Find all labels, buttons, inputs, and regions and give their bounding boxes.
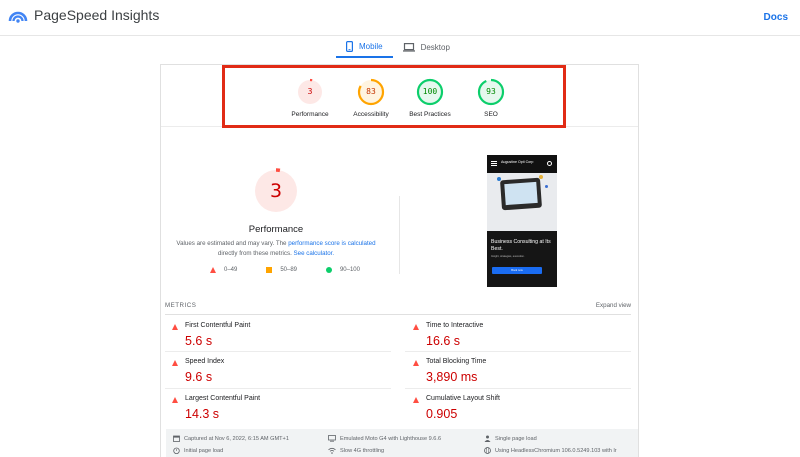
screenshot-subtext: Insight, strategies, execution.: [491, 255, 525, 258]
performance-title: Performance: [248, 224, 304, 235]
info-session: Single page load: [484, 435, 537, 442]
screenshot-site-title: Augustine Opti Corp: [501, 160, 534, 164]
info-text: Slow 4G throttling: [340, 447, 385, 454]
device-icon: [328, 435, 336, 442]
info-throttling: Slow 4G throttling: [328, 447, 384, 454]
metric-divider: [405, 351, 631, 352]
tab-desktop[interactable]: Desktop: [393, 36, 460, 58]
metric-value: 3,890 ms: [426, 370, 478, 384]
metrics-heading: METRICS: [165, 302, 197, 309]
metric-name: Speed Index: [185, 358, 225, 365]
red-triangle-icon: [172, 360, 178, 366]
green-circle-icon: [325, 267, 332, 273]
device-tabs: Mobile Desktop: [336, 36, 460, 61]
legend-pass: 90–100: [325, 267, 360, 273]
phone-icon: [346, 40, 353, 52]
metric-value: 14.3 s: [185, 407, 220, 421]
top-bar: PageSpeed Insights Docs: [0, 0, 800, 36]
timer-icon: [173, 447, 180, 454]
docs-link[interactable]: Docs: [764, 12, 788, 23]
pagespeed-logo-icon: [8, 11, 28, 23]
expand-view-link[interactable]: Expand view: [596, 302, 631, 309]
red-triangle-icon: [413, 397, 419, 403]
info-browser: Using HeadlessChromium 106.0.5249.103 wi…: [484, 447, 617, 454]
metric-value: 16.6 s: [426, 334, 461, 348]
brand-name: PageSpeed Insights: [34, 7, 160, 23]
globe-icon: [484, 447, 491, 454]
note-text: directly from these metrics.: [217, 250, 294, 257]
info-text: Captured at Nov 6, 2022, 6:15 AM GMT+1: [184, 435, 289, 442]
score-legend: 0–49 50–89 90–100: [210, 267, 360, 273]
red-triangle-icon: [413, 324, 419, 330]
metric-name: First Contentful Paint: [185, 322, 251, 329]
screenshot-nav: Augustine Opti Corp: [487, 155, 557, 173]
metric-value: 5.6 s: [185, 334, 213, 348]
metric-value: 9.6 s: [185, 370, 213, 384]
metrics-divider: [165, 314, 631, 315]
red-triangle-icon: [172, 397, 178, 403]
info-load: Initial page load: [173, 447, 223, 454]
decor-dot: [545, 185, 548, 188]
red-triangle-icon: [210, 267, 216, 273]
search-icon: [547, 161, 552, 166]
tab-mobile[interactable]: Mobile: [336, 36, 393, 58]
page-screenshot: Augustine Opti Corp Business Consulting …: [487, 155, 557, 287]
info-captured: Captured at Nov 6, 2022, 6:15 AM GMT+1: [173, 435, 289, 442]
note-text: Values are estimated and may vary. The: [176, 240, 289, 247]
menu-icon: [491, 161, 497, 166]
metric-name: Cumulative Layout Shift: [426, 395, 500, 402]
legend-fail: 0–49: [210, 267, 237, 273]
decor-dot: [539, 175, 543, 179]
performance-note: Values are estimated and may vary. The p…: [172, 239, 380, 259]
brand-logo[interactable]: PageSpeed Insights: [8, 7, 159, 23]
red-triangle-icon: [413, 360, 419, 366]
wifi-icon: [328, 447, 336, 454]
performance-score: 3: [269, 180, 283, 202]
info-text: Single page load: [495, 435, 537, 442]
metrics-header: METRICS Expand view: [165, 302, 631, 309]
info-text: Emulated Moto G4 with Lighthouse 9.6.6: [340, 435, 442, 442]
highlight-box: [222, 65, 566, 128]
person-icon: [484, 435, 491, 442]
metric-divider: [165, 351, 391, 352]
decor-dot: [497, 177, 501, 181]
legend-range: 90–100: [339, 267, 360, 273]
legend-average: 50–89: [266, 267, 297, 273]
legend-range: 50–89: [280, 267, 297, 273]
metric-name: Largest Contentful Paint: [185, 395, 261, 402]
metric-divider: [165, 388, 391, 389]
metric-name: Time to Interactive: [426, 322, 484, 329]
red-triangle-icon: [172, 324, 178, 330]
see-calculator-link[interactable]: See calculator.: [294, 250, 335, 257]
info-text: Using HeadlessChromium 106.0.5249.103 wi…: [495, 447, 617, 454]
screenshot-headline: Business Consulting at Its Best.: [491, 239, 551, 252]
laptop-icon: [402, 42, 415, 52]
info-text: Initial page load: [184, 447, 224, 454]
info-device: Emulated Moto G4 with Lighthouse 9.6.6: [328, 435, 441, 442]
tab-desktop-label: Desktop: [420, 42, 450, 52]
tab-mobile-label: Mobile: [359, 41, 383, 51]
metric-value: 0.905: [426, 407, 458, 421]
calendar-icon: [173, 435, 180, 442]
runtime-info: Captured at Nov 6, 2022, 6:15 AM GMT+1 E…: [166, 429, 638, 457]
metric-name: Total Blocking Time: [426, 358, 487, 365]
legend-range: 0–49: [224, 267, 238, 273]
metric-divider: [405, 388, 631, 389]
screenshot-button: Book now: [492, 267, 542, 274]
score-calculated-link[interactable]: performance score is calculated: [288, 240, 375, 247]
orange-square-icon: [266, 267, 273, 273]
divider: [399, 196, 400, 274]
tablet-screen-image: [504, 181, 538, 206]
